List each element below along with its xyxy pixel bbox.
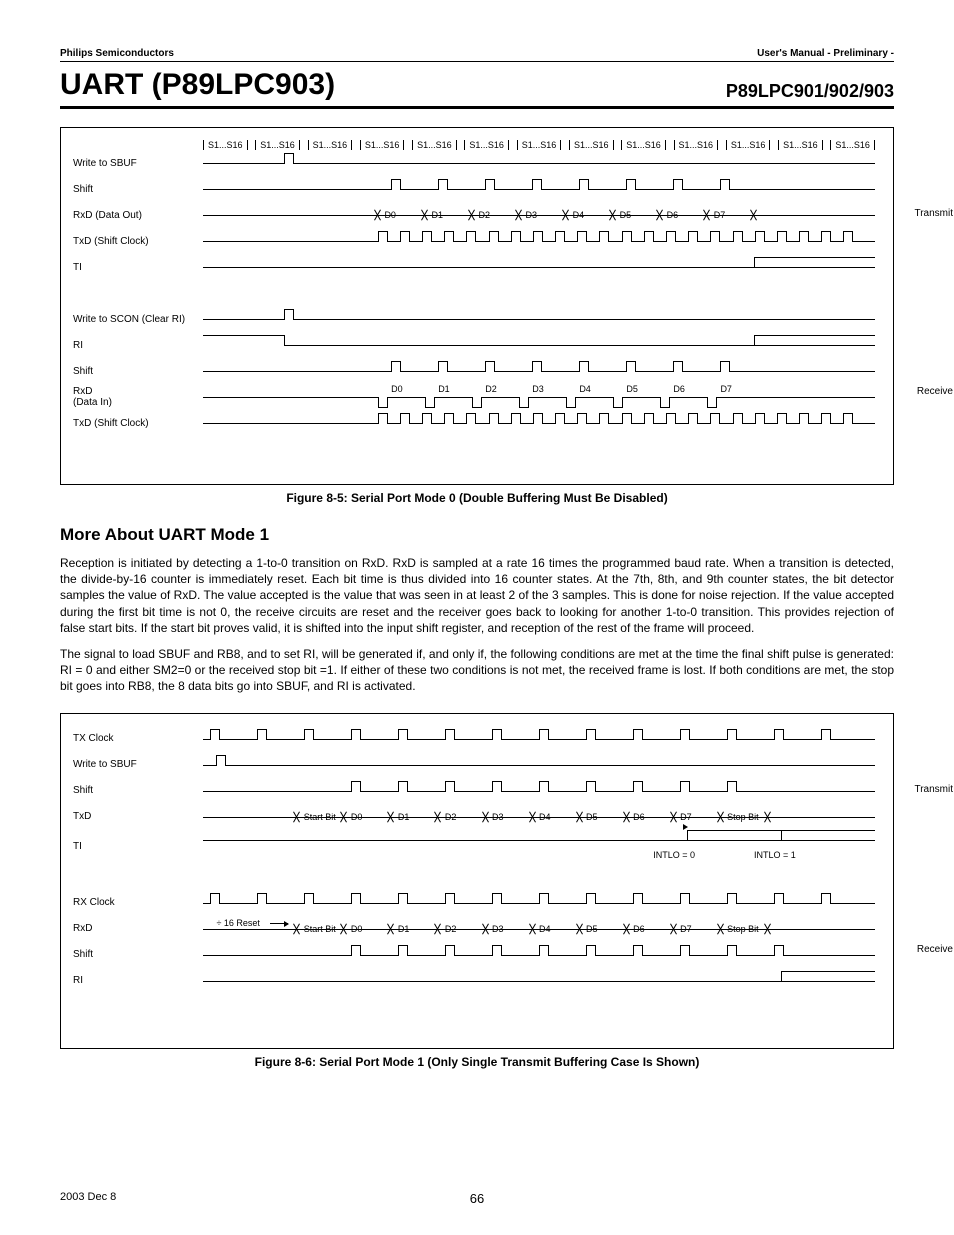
label: RI — [73, 340, 203, 351]
label: Write to SBUF — [73, 759, 203, 770]
running-header: Philips Semiconductors User's Manual - P… — [60, 48, 894, 62]
label: TI — [73, 841, 203, 852]
intlo0-label: INTLO = 0 — [653, 850, 695, 860]
label: TxD — [73, 811, 203, 822]
row-shift-rx: Shift — [73, 358, 875, 384]
tick-row: S1...S16S1...S16S1...S16S1...S16S1...S16… — [203, 140, 875, 150]
row-write-scon: Write to SCON (Clear RI) — [73, 306, 875, 332]
brace-receive2: Receive — [917, 944, 953, 955]
row-shift2-rx: Shift — [73, 942, 875, 968]
row-ri2: RI — [73, 968, 875, 994]
row-rx-clock: RX Clock — [73, 890, 875, 916]
label: Shift — [73, 366, 203, 377]
brace-receive: Receive — [917, 386, 953, 397]
row-ri: RI — [73, 332, 875, 358]
label: TxD (Shift Clock) — [73, 236, 203, 247]
figure-8-6-caption: Figure 8-6: Serial Port Mode 1 (Only Sin… — [60, 1055, 894, 1069]
label: TX Clock — [73, 733, 203, 744]
figure-8-6: TX Clock Write to SBUF Shift TxD Start B… — [60, 713, 894, 1049]
label: Shift — [73, 785, 203, 796]
row-ti2: TI INTLO = 0 INTLO = 1 — [73, 830, 875, 864]
row-txd-clk-rx: TxD (Shift Clock) — [73, 410, 875, 436]
header-right: User's Manual - Preliminary - — [757, 48, 894, 59]
page-title: UART (P89LPC903) — [60, 68, 335, 102]
row-shift-tx: Shift — [73, 176, 875, 202]
label: TI — [73, 262, 203, 273]
title-row: UART (P89LPC903) P89LPC901/902/903 — [60, 68, 894, 109]
part-number: P89LPC901/902/903 — [726, 81, 894, 102]
label: RI — [73, 975, 203, 986]
label: RxD(Data In) — [73, 386, 203, 408]
div16-label: ÷ 16 Reset — [216, 918, 259, 928]
label: TxD (Shift Clock) — [73, 418, 203, 429]
row-tx-clock: TX Clock — [73, 726, 875, 752]
paragraph-2: The signal to load SBUF and RB8, and to … — [60, 646, 894, 695]
row-ti: TI — [73, 254, 875, 280]
brace-transmit2: Transmit — [914, 784, 953, 795]
row-rxd-out: RxD (Data Out) D0D1D2D3D4D5D6D7 — [73, 202, 875, 228]
intlo1-label: INTLO = 1 — [754, 850, 796, 860]
footer: 2003 Dec 8 66 — [60, 1191, 894, 1203]
label: Write to SBUF — [73, 158, 203, 169]
figure-8-5-caption: Figure 8-5: Serial Port Mode 0 (Double B… — [60, 491, 894, 505]
label: Shift — [73, 949, 203, 960]
row-txd: TxD Start BitD0D1D2D3D4D5D6D7Stop Bit — [73, 804, 875, 830]
row-rxd2: RxD ÷ 16 Reset Start BitD0D1D2D3D4D5D6D7… — [73, 916, 875, 942]
page-number: 66 — [60, 1191, 894, 1206]
brace-transmit: Transmit — [914, 208, 953, 219]
header-left: Philips Semiconductors — [60, 48, 174, 59]
label: RX Clock — [73, 897, 203, 908]
label: RxD (Data Out) — [73, 210, 203, 221]
row-write-sbuf2: Write to SBUF — [73, 752, 875, 778]
row-shift2-tx: Shift — [73, 778, 875, 804]
row-txd-clk-tx: TxD (Shift Clock) — [73, 228, 875, 254]
row-write-sbuf: Write to SBUF — [73, 150, 875, 176]
label: Shift — [73, 184, 203, 195]
label: Write to SCON (Clear RI) — [73, 314, 203, 325]
figure-8-5: S1...S16S1...S16S1...S16S1...S16S1...S16… — [60, 127, 894, 485]
paragraph-1: Reception is initiated by detecting a 1-… — [60, 555, 894, 636]
section-heading: More About UART Mode 1 — [60, 525, 894, 545]
row-rxd-in: RxD(Data In) D0D1D2D3D4D5D6D7 — [73, 384, 875, 410]
label: RxD — [73, 923, 203, 934]
page: Philips Semiconductors User's Manual - P… — [0, 0, 954, 1235]
